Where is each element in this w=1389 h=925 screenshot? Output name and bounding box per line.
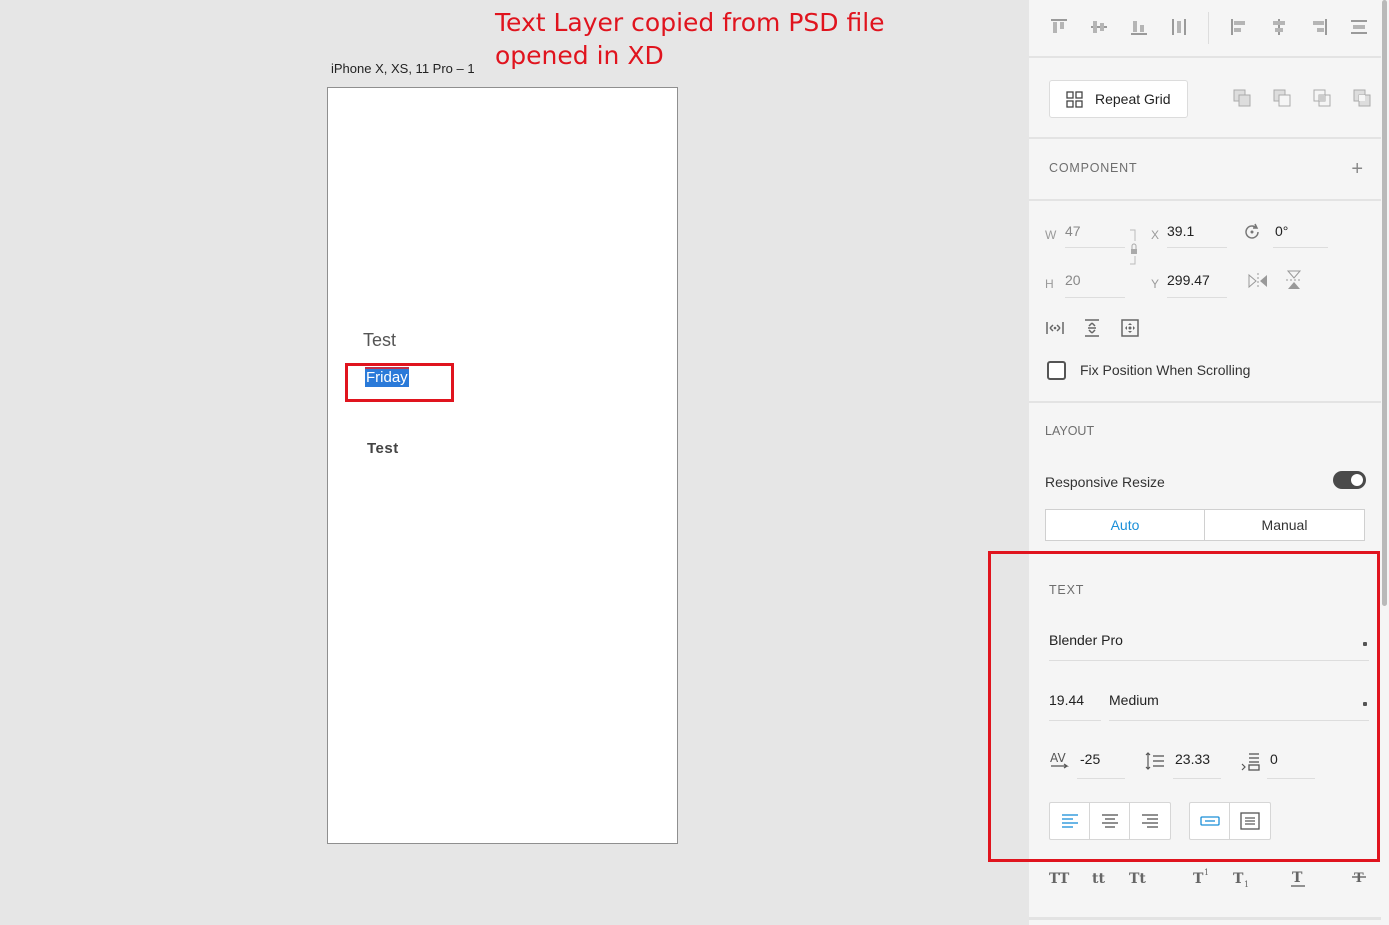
auto-button[interactable]: Auto [1045, 509, 1205, 541]
height-field[interactable]: 20 [1065, 272, 1081, 288]
component-heading: COMPONENT [1049, 161, 1138, 175]
layout-heading: LAYOUT [1045, 424, 1095, 438]
rotation-field[interactable]: 0° [1275, 223, 1288, 239]
boolean-add-icon[interactable] [1232, 88, 1252, 108]
fix-position-label: Fix Position When Scrolling [1080, 362, 1251, 378]
transform-section: W 47 X 39.1 0° H 20 Y 299.47 Fix Positio… [1029, 201, 1381, 403]
align-right-icon[interactable] [1309, 17, 1329, 37]
panel-scrollbar[interactable] [1382, 0, 1387, 606]
repeat-grid-row: Repeat Grid [1029, 58, 1381, 139]
underline-icon[interactable]: T [1290, 867, 1306, 894]
repeat-grid-label: Repeat Grid [1095, 91, 1171, 107]
align-center-icon[interactable] [1269, 17, 1289, 37]
lowercase-button[interactable]: tt [1092, 871, 1105, 887]
svg-text:1: 1 [1244, 880, 1249, 889]
x-label: X [1151, 228, 1160, 242]
y-label: Y [1151, 277, 1160, 291]
flip-vertical-icon[interactable] [1284, 269, 1304, 296]
rotate-icon [1242, 222, 1262, 247]
svg-text:1: 1 [1204, 868, 1209, 877]
highlight-box-text-section [988, 551, 1380, 862]
svg-text:T: T [1193, 871, 1204, 887]
artboard-text-test-2[interactable]: Test [367, 440, 399, 457]
artboard-label[interactable]: iPhone X, XS, 11 Pro – 1 [331, 61, 475, 76]
artboard-text-test-1[interactable]: Test [363, 330, 396, 351]
artboard[interactable]: Test Friday Test [327, 87, 678, 844]
manual-button[interactable]: Manual [1204, 509, 1365, 541]
fixed-height-icon[interactable] [1082, 318, 1102, 343]
subscript-icon[interactable]: T1 [1232, 867, 1252, 894]
flip-horizontal-icon[interactable] [1247, 271, 1269, 296]
align-middle-icon[interactable] [1089, 17, 1109, 37]
add-component-icon[interactable]: + [1351, 158, 1363, 181]
boolean-exclude-icon[interactable] [1352, 88, 1372, 108]
svg-text:T: T [1354, 871, 1364, 886]
pin-edges-icon[interactable] [1120, 318, 1140, 343]
distribute-horizontal-icon[interactable] [1349, 17, 1369, 37]
width-label: W [1045, 228, 1057, 242]
align-left-icon[interactable] [1229, 17, 1249, 37]
svg-text:T: T [1292, 870, 1303, 886]
align-toolbar [1029, 0, 1381, 58]
superscript-icon[interactable]: T1 [1192, 867, 1212, 892]
align-bottom-icon[interactable] [1129, 17, 1149, 37]
lock-aspect-icon[interactable] [1129, 229, 1139, 270]
distribute-vertical-icon[interactable] [1169, 17, 1189, 37]
fix-position-checkbox[interactable] [1047, 361, 1066, 380]
repeat-grid-button[interactable]: Repeat Grid [1049, 80, 1188, 118]
align-divider [1208, 12, 1209, 44]
boolean-subtract-icon[interactable] [1272, 88, 1292, 108]
strikethrough-icon[interactable]: T [1351, 867, 1367, 894]
annotation-text: Text Layer copied from PSD file opened i… [495, 8, 885, 70]
component-section: COMPONENT + [1029, 139, 1381, 201]
layout-section: LAYOUT Responsive Resize Auto Manual [1029, 403, 1381, 558]
fixed-width-icon[interactable] [1045, 318, 1065, 343]
width-field[interactable]: 47 [1065, 223, 1081, 239]
y-field[interactable]: 299.47 [1167, 272, 1210, 288]
titlecase-button[interactable]: Tt [1129, 871, 1146, 887]
x-field[interactable]: 39.1 [1167, 223, 1194, 239]
align-top-icon[interactable] [1049, 17, 1069, 37]
responsive-resize-label: Responsive Resize [1045, 474, 1165, 490]
repeat-grid-icon [1066, 91, 1084, 112]
text-transform-row: TT tt Tt T1 T1 T T [1029, 868, 1381, 901]
height-label: H [1045, 277, 1054, 291]
highlight-box-friday [345, 363, 454, 402]
boolean-intersect-icon[interactable] [1312, 88, 1332, 108]
responsive-resize-toggle[interactable] [1333, 471, 1366, 489]
panel-bottom-divider [1029, 917, 1381, 920]
svg-text:T: T [1233, 871, 1244, 887]
uppercase-button[interactable]: TT [1049, 871, 1069, 887]
design-canvas[interactable]: Text Layer copied from PSD file opened i… [0, 0, 1029, 925]
